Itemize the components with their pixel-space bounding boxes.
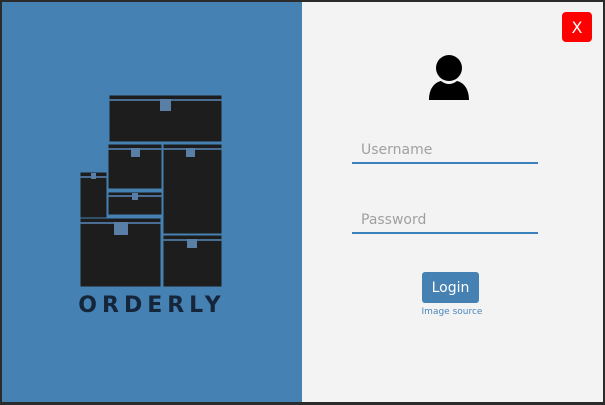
brand-name: ORDERLY xyxy=(78,293,226,318)
close-button[interactable]: X xyxy=(562,12,592,42)
brand-panel: ORDERLY xyxy=(2,2,302,402)
login-button[interactable]: Login xyxy=(422,272,479,303)
password-input[interactable] xyxy=(361,212,538,228)
username-input[interactable] xyxy=(361,142,538,158)
username-field[interactable] xyxy=(352,139,538,164)
login-window: ORDERLY X Login Image source xyxy=(2,2,603,402)
user-icon xyxy=(429,55,469,100)
stacked-boxes-icon xyxy=(79,94,223,288)
password-field[interactable] xyxy=(352,209,538,234)
image-source-link[interactable]: Image source xyxy=(402,307,502,317)
login-panel: X Login Image source xyxy=(302,2,603,402)
